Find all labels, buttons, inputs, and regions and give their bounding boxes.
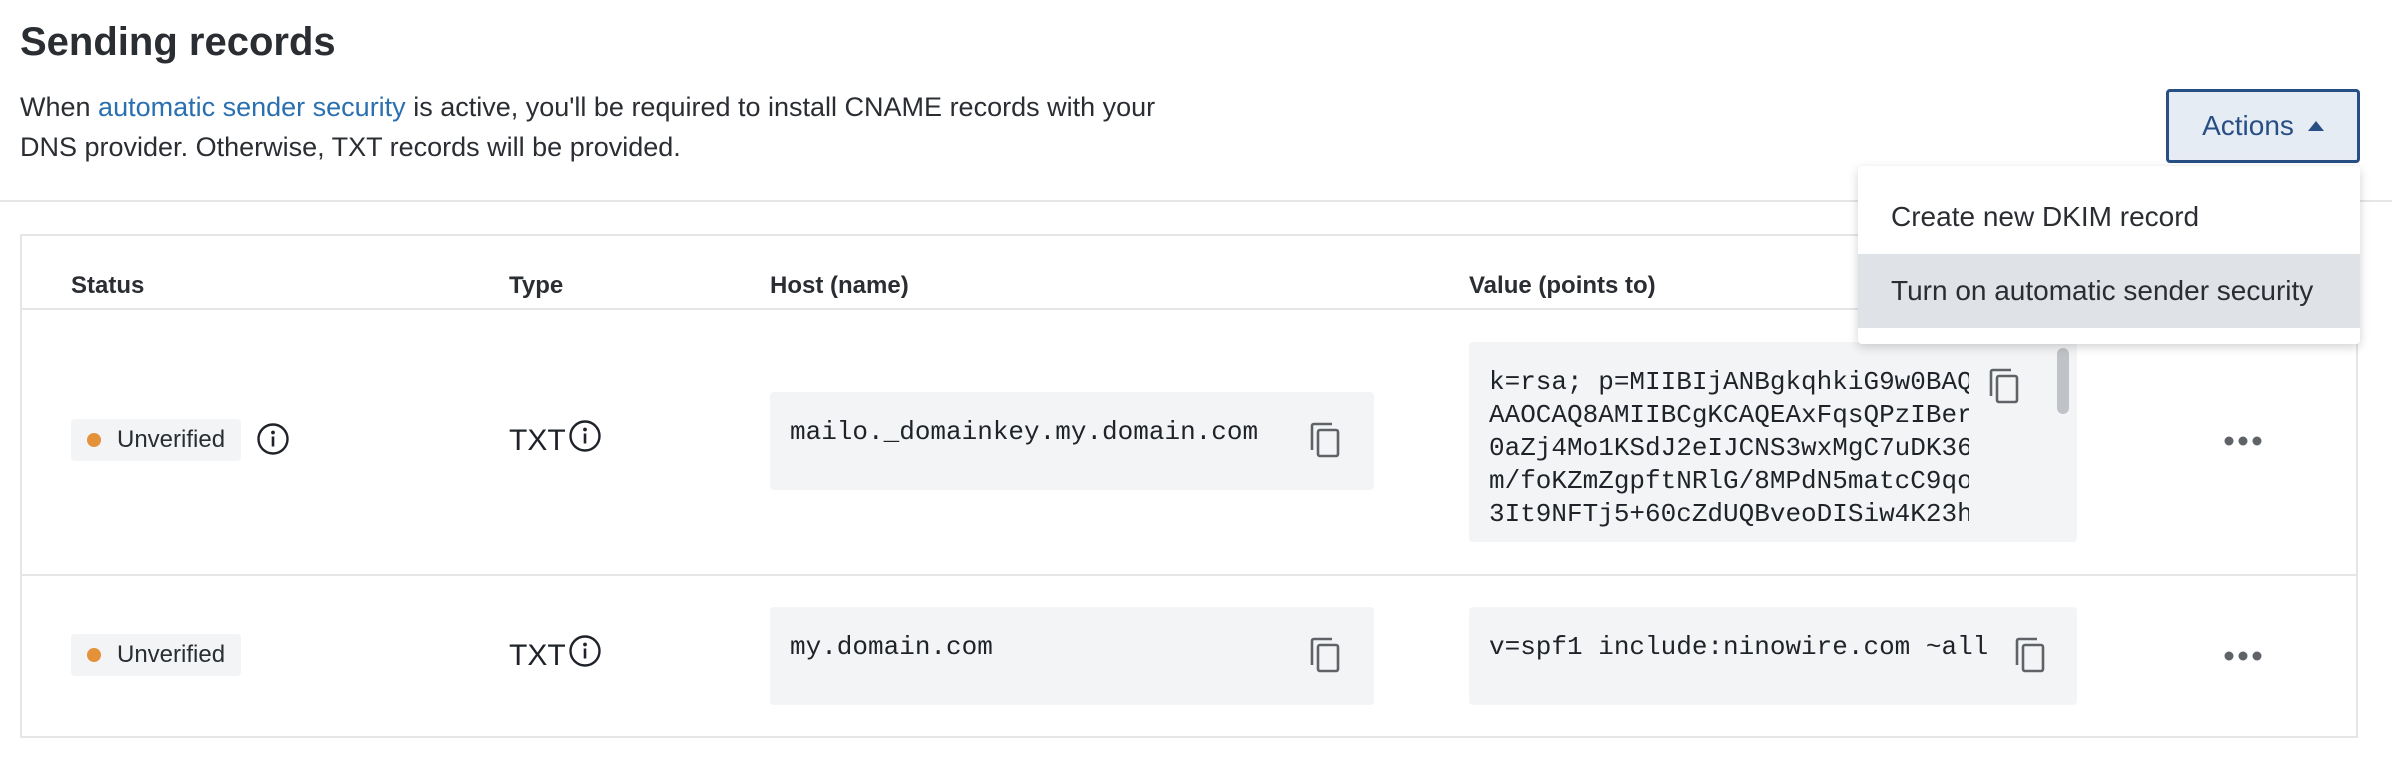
- status-label: Unverified: [117, 641, 226, 668]
- status-badge: Unverified: [71, 634, 241, 676]
- value-field[interactable]: v=spf1 include:ninowire.com ~all: [1469, 607, 2077, 705]
- column-header-value: Value (points to): [1469, 272, 1656, 299]
- info-circle-icon[interactable]: [568, 419, 602, 453]
- host-value: my.domain.com: [790, 632, 993, 662]
- status-dot: [87, 648, 101, 662]
- menu-item-create-dkim[interactable]: Create new DKIM record: [1858, 180, 2360, 254]
- actions-button-label: Actions: [2202, 110, 2294, 141]
- page-title: Sending records: [20, 20, 336, 64]
- column-header-type: Type: [509, 272, 564, 299]
- copy-icon[interactable]: [1987, 368, 2021, 406]
- value-scrollbar[interactable]: [2053, 342, 2075, 542]
- record-type: TXT: [509, 424, 566, 457]
- host-field[interactable]: my.domain.com: [770, 607, 1374, 705]
- actions-menu: Create new DKIM record Turn on automatic…: [1858, 166, 2360, 344]
- menu-item-turn-on-sender-security[interactable]: Turn on automatic sender security: [1858, 254, 2360, 328]
- more-horizontal-icon[interactable]: [2223, 650, 2263, 662]
- caret-up-icon: [2307, 121, 2324, 131]
- section-description: When automatic sender security is active…: [20, 87, 1180, 167]
- value-text: k=rsa; p=MIIBIjANBgkqhkiG9w0BAQEF AAOCAQ…: [1489, 367, 1969, 529]
- column-header-status: Status: [71, 272, 145, 299]
- status-label: Unverified: [117, 426, 226, 453]
- column-header-host: Host (name): [770, 272, 909, 299]
- value-field[interactable]: k=rsa; p=MIIBIjANBgkqhkiG9w0BAQEF AAOCAQ…: [1469, 342, 2077, 542]
- row-divider: [22, 574, 2356, 576]
- host-value: mailo._domainkey.my.domain.com: [790, 417, 1259, 447]
- automatic-sender-security-link[interactable]: automatic sender security: [98, 92, 406, 122]
- scrollbar-thumb[interactable]: [2057, 348, 2069, 414]
- info-circle-icon[interactable]: [256, 422, 290, 456]
- copy-icon[interactable]: [2013, 637, 2047, 675]
- value-text: v=spf1 include:ninowire.com ~all: [1489, 632, 1989, 662]
- copy-icon[interactable]: [1308, 637, 1342, 675]
- host-field[interactable]: mailo._domainkey.my.domain.com: [770, 392, 1374, 490]
- description-text-start: When: [20, 92, 99, 122]
- info-circle-icon[interactable]: [568, 634, 602, 668]
- status-dot: [87, 433, 101, 447]
- actions-button[interactable]: Actions: [2166, 89, 2360, 163]
- status-badge: Unverified: [71, 419, 241, 461]
- record-type: TXT: [509, 639, 566, 672]
- more-horizontal-icon[interactable]: [2223, 435, 2263, 447]
- copy-icon[interactable]: [1308, 422, 1342, 460]
